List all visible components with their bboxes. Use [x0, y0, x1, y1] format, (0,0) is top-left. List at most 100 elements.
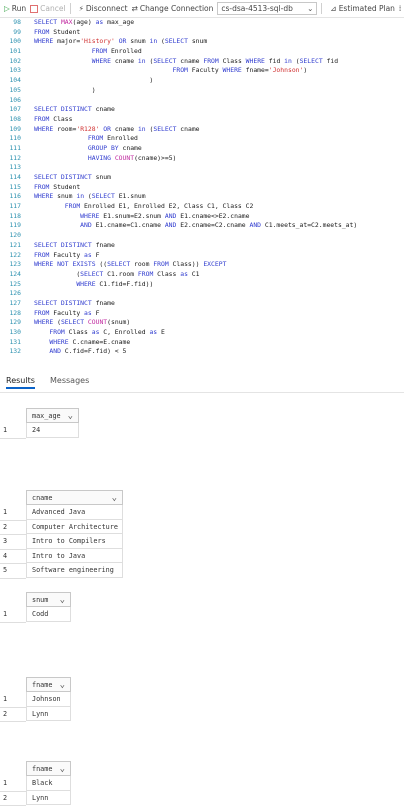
code-token: EXCEPT: [203, 260, 227, 269]
line-number: 125: [9, 279, 21, 288]
code-token: FROM: [34, 308, 50, 317]
code-token: cname: [176, 56, 204, 65]
table-cell[interactable]: Advanced Java: [26, 505, 123, 520]
code-token: SELECT: [80, 269, 104, 278]
code-token: Class)): [168, 260, 204, 269]
row-number: 2: [3, 522, 8, 531]
code-line: 107 SELECT DISTINCT cname: [0, 105, 404, 115]
chevron-down-icon[interactable]: ⌄: [112, 493, 117, 503]
code-text: WHERE room='R128' OR cname in (SELECT cn…: [34, 125, 200, 135]
code-text: AND E1.cname=C1.cname AND E2.cname=C2.cn…: [34, 221, 357, 231]
table-row: 2: [0, 791, 26, 807]
code-text: FROM Enrolled E1, Enrolled E2, Class C1,…: [34, 202, 254, 212]
table-cell[interactable]: Lynn: [26, 790, 71, 806]
table-cell[interactable]: Software engineering: [26, 563, 123, 578]
column-header[interactable]: snum ⌄: [26, 592, 71, 607]
code-token: WHERE: [34, 192, 54, 201]
code-token: (: [291, 56, 300, 65]
column-header[interactable]: fname ⌄: [26, 677, 71, 692]
code-text: SELECT DISTINCT fname: [34, 241, 115, 251]
code-line: 116 WHERE snum in (SELECT E1.snum: [0, 192, 404, 202]
row-number: 1: [3, 508, 8, 516]
sql-editor[interactable]: 98 SELECT MAX(age) as max_age 99 FROM Stude…: [0, 18, 404, 370]
table-cell[interactable]: Codd: [26, 607, 71, 622]
table-cell[interactable]: Lynn: [26, 706, 71, 722]
code-text: WHERE C1.fid=F.fid)): [34, 280, 153, 290]
code-token: FROM: [153, 260, 169, 269]
code-token: (: [53, 318, 61, 327]
estimated-plan-button[interactable]: ⊿ Estimated Plan: [330, 4, 395, 13]
code-token: fname: [91, 298, 115, 307]
code-token: in: [284, 56, 292, 65]
code-token: E2.cname=C2.cname: [176, 221, 250, 230]
tab-messages[interactable]: Messages: [50, 376, 89, 385]
chevron-down-icon[interactable]: ⌄: [68, 411, 73, 421]
code-text: SELECT MAX(age) as max_age: [34, 18, 134, 28]
table-cell[interactable]: 24: [26, 423, 79, 438]
table-row: 1: [0, 692, 26, 708]
code-token: (snum): [107, 318, 131, 327]
tab-results[interactable]: Results: [6, 376, 35, 389]
database-select[interactable]: cs-dsa-4513-sql-db ⌄: [217, 2, 318, 15]
table-row: 2: [0, 707, 26, 723]
code-text: FROM Faculty as F: [34, 309, 99, 319]
change-connection-button[interactable]: ⇄ Change Connection: [132, 4, 214, 13]
line-number: 124: [9, 269, 21, 278]
code-line: 105 ): [0, 86, 404, 96]
code-line: 102 WHERE cname in (SELECT cname FROM Cl…: [0, 57, 404, 67]
table-cell[interactable]: Intro to Compilers: [26, 534, 123, 549]
code-line: 132 AND C.fid=F.fid) < 5: [0, 347, 404, 357]
table-row: 1: [0, 423, 26, 439]
code-text: FROM Enrolled: [34, 134, 138, 144]
table-cell[interactable]: Johnson: [26, 692, 71, 707]
chevron-down-icon[interactable]: ⌄: [60, 595, 65, 605]
table-cell[interactable]: Black: [26, 776, 71, 791]
chevron-down-icon[interactable]: ⌄: [60, 764, 65, 774]
code-line: 101 FROM Enrolled: [0, 47, 404, 57]
code-line: 126: [0, 289, 404, 299]
row-number: 1: [3, 426, 8, 434]
column-header[interactable]: cname ⌄: [26, 490, 123, 505]
code-token: ): [34, 85, 96, 94]
code-line: 130 FROM Class as C, Enrolled as E: [0, 328, 404, 338]
code-token: Student: [49, 182, 81, 191]
code-token: (: [157, 37, 165, 46]
disconnect-button[interactable]: ⚡ Disconnect: [79, 4, 128, 13]
code-token: C, Enrolled: [99, 328, 150, 336]
code-token: snum: [53, 192, 77, 201]
table-cell[interactable]: Computer Architecture: [26, 519, 123, 535]
code-text: WHERE NOT EXISTS ((SELECT room FROM Clas…: [34, 260, 226, 270]
line-number: 102: [9, 56, 21, 65]
code-token: C1: [187, 269, 200, 278]
code-line: 98 SELECT MAX(age) as max_age: [0, 18, 404, 28]
run-button[interactable]: ▷ Run: [4, 4, 26, 13]
stop-icon: [30, 4, 39, 13]
code-line: 99 FROM Student: [0, 28, 404, 38]
code-text: SELECT DISTINCT snum: [34, 173, 111, 183]
chevron-down-icon[interactable]: ⌄: [60, 680, 65, 690]
code-token: fname=: [241, 66, 269, 75]
code-text: SELECT DISTINCT fname: [34, 299, 115, 309]
code-token: C1.meets_at=C2.meets_at): [261, 221, 358, 230]
code-token: SELECT DISTINCT: [34, 298, 92, 307]
code-token: cname: [176, 124, 200, 133]
code-token: C.fid=F.fid) < 5: [60, 347, 127, 356]
code-token: FROM: [34, 250, 50, 259]
code-token: F: [91, 250, 100, 259]
table-cell[interactable]: Intro to Java: [26, 548, 123, 564]
toolbar-divider: [321, 3, 323, 14]
more-options-button[interactable]: ⁞: [399, 4, 401, 13]
code-line: 125 WHERE C1.fid=F.fid)): [0, 280, 404, 290]
code-text: FROM Faculty as F: [34, 251, 99, 261]
code-token: as: [180, 269, 188, 278]
column-header[interactable]: max_age ⌄: [26, 408, 79, 423]
line-number: 113: [9, 163, 21, 172]
code-token: ): [303, 66, 308, 75]
cancel-button[interactable]: Cancel: [30, 4, 66, 13]
code-token: SELECT: [153, 56, 177, 65]
disconnect-icon: ⚡: [78, 4, 84, 13]
column-header[interactable]: fname ⌄: [26, 761, 71, 776]
row-number: 4: [3, 551, 8, 560]
code-token: as: [84, 250, 92, 259]
